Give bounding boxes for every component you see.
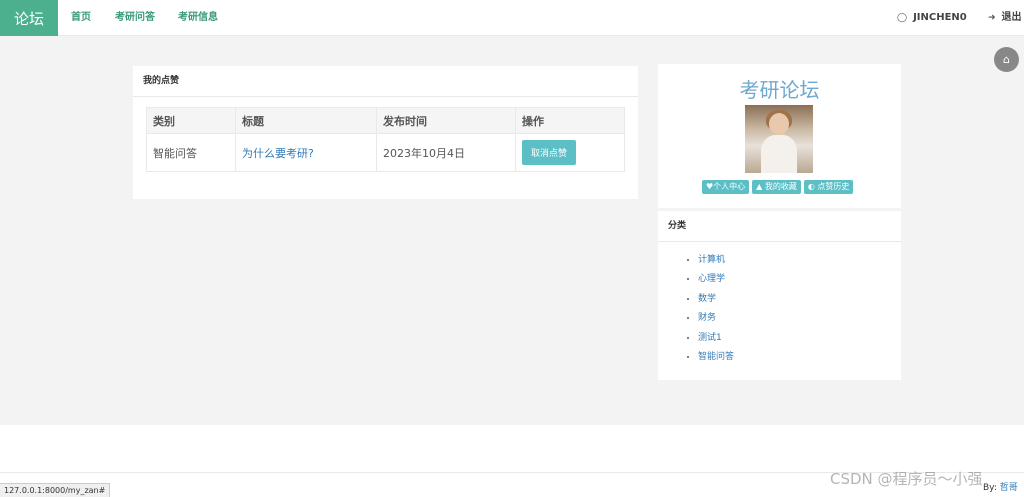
category-list: 计算机 心理学 数学 财务 测试1 智能问答 — [690, 251, 734, 367]
half-circle-icon: ◐ — [807, 182, 815, 191]
category-panel-title: 分类 — [658, 211, 901, 242]
category-panel: 分类 计算机 心理学 数学 财务 测试1 智能问答 — [658, 211, 901, 380]
nav-link-info[interactable]: 考研信息 — [178, 0, 218, 36]
col-category: 类别 — [146, 107, 236, 134]
list-item: 心理学 — [698, 270, 734, 289]
nav-link-home[interactable]: 首页 — [71, 0, 91, 36]
nav-link-qa[interactable]: 考研问答 — [115, 0, 155, 36]
row-date: 2023年10月4日 — [376, 133, 516, 172]
table-row: 智能问答 为什么要考研? 2023年10月4日 取消点赞 — [146, 133, 625, 172]
user-menu[interactable]: ◯ JINCHEN0 — [897, 0, 967, 36]
brand-logo[interactable]: 论坛 — [0, 0, 58, 36]
profile-center-button[interactable]: ♥个人中心 — [702, 180, 750, 194]
category-link[interactable]: 智能问答 — [698, 352, 734, 362]
logout-icon: ➜ — [988, 13, 996, 23]
username: JINCHEN0 — [913, 12, 967, 23]
status-bar-url: 127.0.0.1:8000/my_zan# — [0, 483, 111, 497]
top-navbar: 论坛 首页 考研问答 考研信息 ◯ JINCHEN0 ➜ 退出 — [0, 0, 1024, 36]
row-category: 智能问答 — [146, 133, 236, 172]
footer-author-link[interactable]: 哲哥 — [1000, 483, 1018, 493]
likes-table: 类别 标题 发布时间 操作 智能问答 为什么要考研? 2023年10月4日 取消… — [146, 107, 625, 172]
col-date: 发布时间 — [376, 107, 516, 134]
forum-title: 考研论坛 — [739, 78, 820, 102]
logout-button[interactable]: ➜ 退出 — [988, 0, 1022, 36]
logout-label: 退出 — [1001, 12, 1022, 23]
row-title-link[interactable]: 为什么要考研? — [242, 147, 314, 160]
user-icon: ◯ — [897, 13, 908, 23]
watermark: CSDN @程序员～小强 — [830, 470, 983, 488]
avatar — [745, 105, 813, 173]
category-link[interactable]: 数学 — [698, 294, 716, 304]
thumbs-up-icon: ▲ — [756, 182, 763, 191]
list-item: 计算机 — [698, 251, 734, 270]
table-header-row: 类别 标题 发布时间 操作 — [146, 107, 625, 134]
like-history-button[interactable]: ◐ 点赞历史 — [803, 180, 854, 194]
cancel-like-button[interactable]: 取消点赞 — [522, 140, 577, 165]
category-link[interactable]: 财务 — [698, 313, 716, 323]
list-item: 智能问答 — [698, 348, 734, 367]
col-action: 操作 — [515, 107, 625, 134]
profile-actions: ♥个人中心 ▲ 我的收藏 ◐ 点赞历史 — [702, 180, 854, 194]
footer-credit: By: 哲哥 — [983, 483, 1018, 493]
home-icon[interactable]: ⌂ — [994, 47, 1019, 72]
my-favorites-button[interactable]: ▲ 我的收藏 — [752, 180, 801, 194]
list-item: 财务 — [698, 309, 734, 328]
category-link[interactable]: 测试1 — [698, 333, 722, 343]
likes-panel-title: 我的点赞 — [133, 66, 638, 97]
category-link[interactable]: 计算机 — [698, 255, 725, 265]
list-item: 测试1 — [698, 329, 734, 348]
list-item: 数学 — [698, 290, 734, 309]
col-title: 标题 — [235, 107, 377, 134]
likes-panel: 我的点赞 类别 标题 发布时间 操作 智能问答 为什么要考研? 2023年10月… — [133, 66, 638, 199]
category-link[interactable]: 心理学 — [698, 274, 725, 284]
profile-panel: 考研论坛 ♥个人中心 ▲ 我的收藏 ◐ 点赞历史 — [658, 64, 901, 208]
